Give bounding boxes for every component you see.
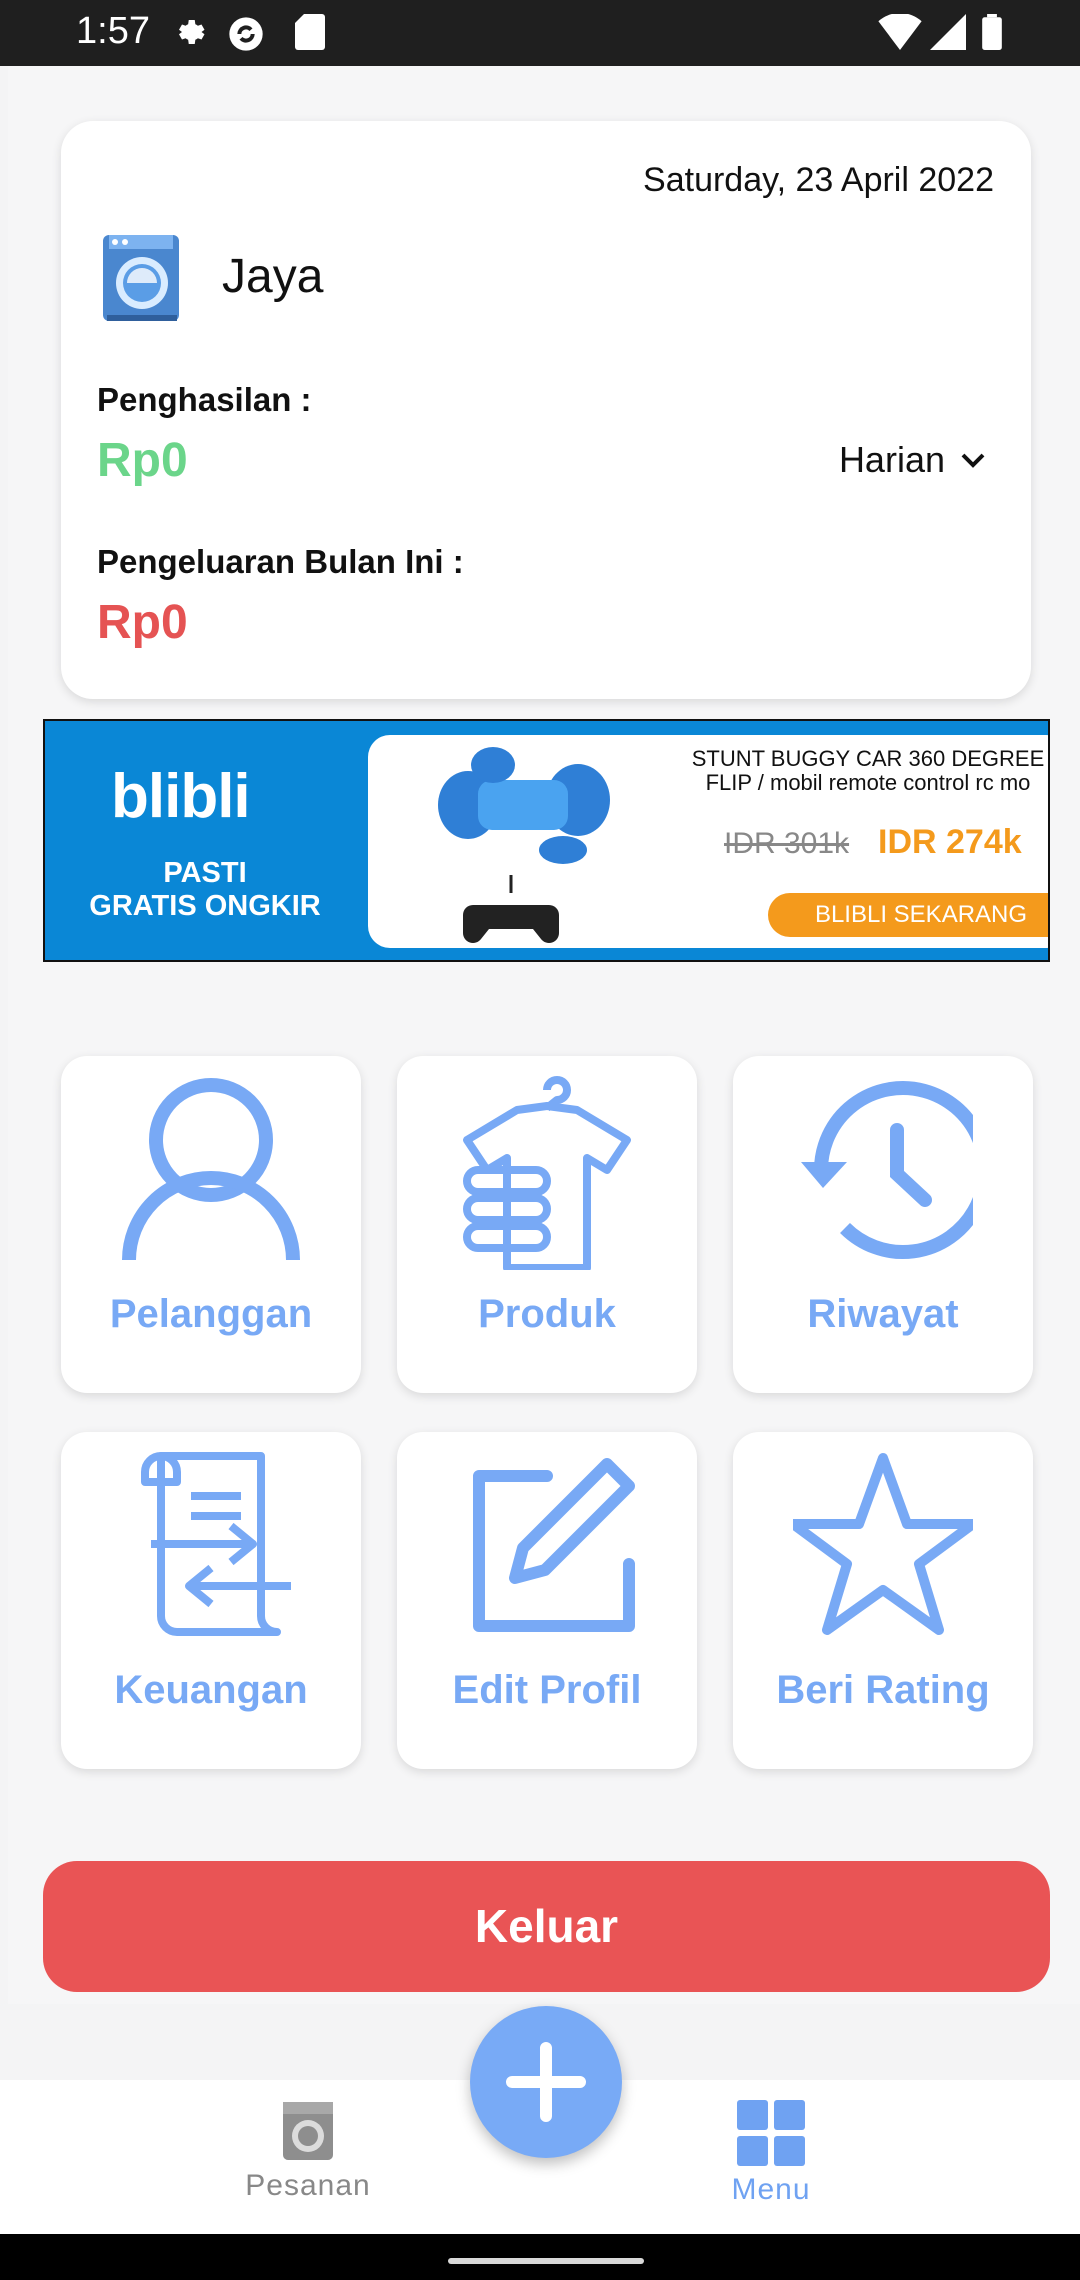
business-name: Jaya xyxy=(222,250,324,303)
ad-product-panel: STUNT BUGGY CAR 360 DEGREE FLIP / mobil … xyxy=(368,735,1048,948)
tile-label: Beri Rating xyxy=(776,1668,990,1712)
sd-card-icon xyxy=(294,14,326,55)
ad-banner[interactable]: blibli PASTI GRATIS ONGKIR STUNT BUGGY C… xyxy=(43,719,1050,962)
period-dropdown[interactable]: Harian xyxy=(839,439,987,481)
home-gesture-handle[interactable] xyxy=(448,2258,644,2264)
ad-product-title: STUNT BUGGY CAR 360 DEGREE FLIP / mobil … xyxy=(658,746,1048,795)
wifi-icon xyxy=(878,12,922,55)
plus-icon xyxy=(506,2042,586,2122)
ad-brand: blibli xyxy=(111,762,251,831)
nav-label: Menu xyxy=(731,2173,811,2206)
tile-label: Produk xyxy=(478,1292,616,1336)
ad-product-title-2: FLIP / mobil remote control rc mo xyxy=(705,770,1031,795)
add-order-button[interactable] xyxy=(470,2006,622,2158)
tile-label: Pelanggan xyxy=(109,1292,313,1336)
income-label: Penghasilan : xyxy=(97,381,312,418)
summary-card: Saturday, 23 April 2022 Jaya Penghasilan… xyxy=(61,121,1031,699)
ad-old-price: IDR 301k xyxy=(724,827,850,860)
tile-label: Edit Profil xyxy=(452,1668,642,1712)
toy-car-image xyxy=(438,747,610,864)
shirt-icon xyxy=(463,1076,631,1270)
ad-tagline-2: GRATIS ONGKIR xyxy=(89,890,321,922)
tile-label: Keuangan xyxy=(114,1668,308,1712)
expense-value: Rp0 xyxy=(97,596,188,649)
laundry-logo-icon xyxy=(101,231,183,325)
tile-label: Riwayat xyxy=(807,1292,959,1336)
main-content[interactable]: Saturday, 23 April 2022 Jaya Penghasilan… xyxy=(8,66,1080,2004)
ad-tagline: PASTI GRATIS ONGKIR xyxy=(45,857,365,923)
ad-new-price: IDR 274k xyxy=(878,823,1022,861)
ad-product-title-1: STUNT BUGGY CAR 360 DEGREE xyxy=(691,746,1045,771)
nav-menu[interactable]: Menu xyxy=(661,2100,881,2207)
star-icon xyxy=(793,1453,973,1635)
status-bar: 1:57 xyxy=(0,0,1080,66)
menu-tile-pelanggan[interactable]: Pelanggan xyxy=(61,1056,361,1393)
washing-machine-icon xyxy=(283,2102,333,2160)
remote-control-image xyxy=(463,875,559,943)
menu-tile-riwayat[interactable]: Riwayat xyxy=(733,1056,1033,1393)
ad-cta-button[interactable]: BLIBLI SEKARANG xyxy=(768,893,1048,937)
transfer-document-icon xyxy=(141,1452,291,1636)
status-time: 1:57 xyxy=(76,10,150,52)
expense-label: Pengeluaran Bulan Ini : xyxy=(97,543,464,580)
menu-tile-edit-profil[interactable]: Edit Profil xyxy=(397,1432,697,1769)
nav-label: Pesanan xyxy=(245,2169,371,2202)
edit-icon xyxy=(473,1458,635,1632)
ad-tagline-1: PASTI xyxy=(163,857,247,889)
person-icon xyxy=(122,1078,300,1261)
menu-tile-beri-rating[interactable]: Beri Rating xyxy=(733,1432,1033,1769)
grid-icon xyxy=(737,2100,805,2166)
settings-icon xyxy=(170,14,206,55)
menu-tile-produk[interactable]: Produk xyxy=(397,1056,697,1393)
system-nav-bar xyxy=(0,2234,1080,2280)
menu-tile-keuangan[interactable]: Keuangan xyxy=(61,1432,361,1769)
income-value: Rp0 xyxy=(97,434,188,487)
signal-icon xyxy=(930,14,966,55)
history-icon xyxy=(801,1081,973,1259)
sync-icon xyxy=(226,14,266,59)
nav-pesanan[interactable]: Pesanan xyxy=(198,2100,418,2203)
chevron-down-icon xyxy=(961,453,985,468)
logout-button[interactable]: Keluar xyxy=(43,1861,1050,1992)
current-date: Saturday, 23 April 2022 xyxy=(643,161,994,199)
battery-icon xyxy=(982,14,1002,55)
period-value: Harian xyxy=(838,439,945,480)
